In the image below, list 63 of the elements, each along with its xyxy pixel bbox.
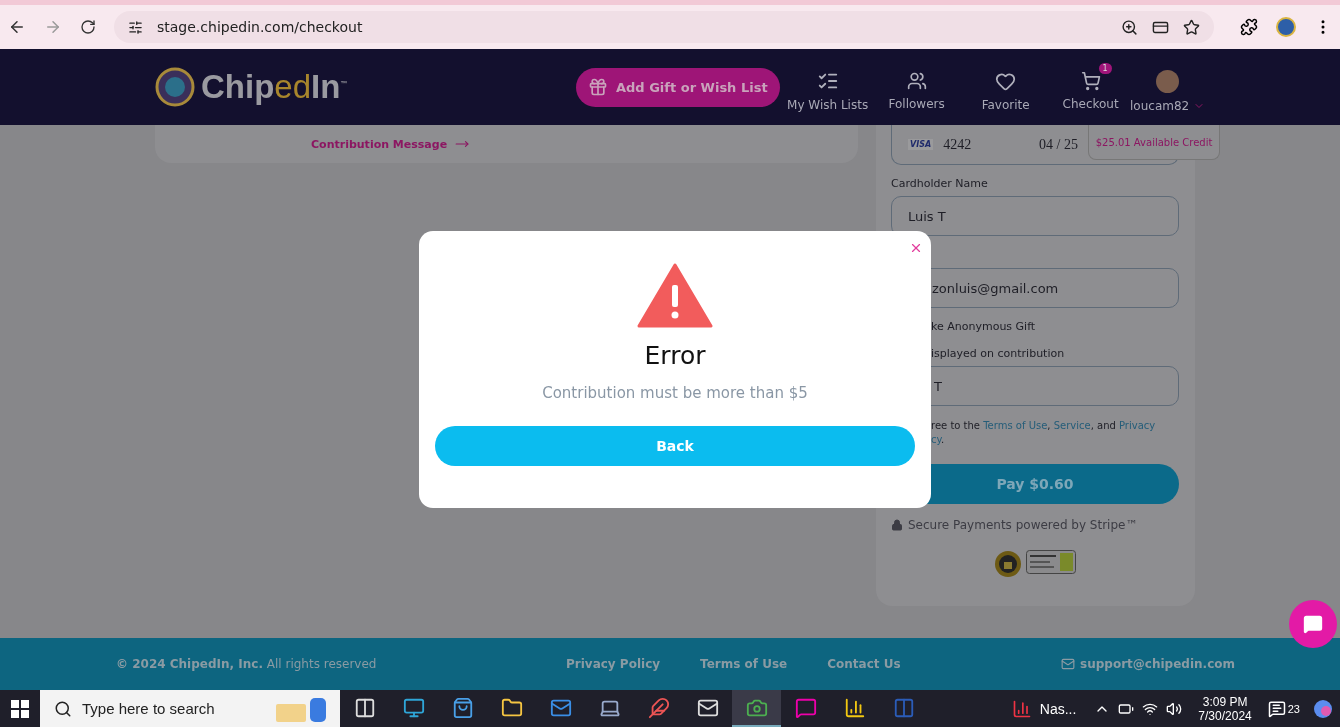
add-gift-button[interactable]: Add Gift or Wish List [576, 67, 780, 107]
logo-icon [155, 67, 195, 107]
taskview-icon [353, 696, 376, 719]
terms-text: , and [1090, 420, 1117, 431]
folder-icon [500, 696, 523, 719]
clock[interactable]: 3:09 PM 7/30/2024 [1188, 694, 1262, 723]
copilot-icon[interactable] [1312, 697, 1334, 720]
taskbar-app[interactable]: Nas... [1011, 690, 1095, 727]
search-icon [54, 699, 72, 718]
gift-icon [588, 77, 608, 97]
notification-button[interactable]: 23 [1261, 698, 1306, 719]
visa-icon: VISA [908, 139, 934, 150]
bookmark-star-icon[interactable] [1183, 18, 1200, 36]
error-message: Contribution must be more than $5 [542, 384, 808, 402]
chat-icon [1303, 614, 1323, 634]
address-bar[interactable]: stage.chipedin.com/checkout [114, 11, 1214, 43]
warning-icon [637, 263, 713, 329]
taskbar-search-field[interactable]: Type here to search [40, 690, 340, 727]
reload-button[interactable] [80, 19, 96, 35]
people-icon [906, 71, 927, 91]
store-icon [451, 696, 474, 719]
username: loucam82 [1130, 98, 1190, 113]
zoom-icon[interactable] [1121, 18, 1138, 36]
cart-badge: 1 [1098, 63, 1112, 74]
secure-note: Secure Payments powered by Stripe™ [908, 518, 1138, 532]
lock-icon [891, 519, 903, 531]
available-credit-tooltip: $25.01 Available Credit [1088, 125, 1220, 160]
nav-item[interactable]: 1 Checkout [1053, 63, 1128, 111]
nav-item[interactable]: My Wish Lists [779, 62, 876, 112]
terms-text: ree to the [931, 420, 981, 431]
terms-text: . [941, 434, 945, 445]
nav-item[interactable]: Followers [875, 63, 958, 111]
card-number: 4242 [943, 136, 972, 153]
field-label: Cardholder Name [891, 177, 989, 190]
nav-item[interactable]: Favorite [957, 62, 1054, 112]
copyright: © 2024 ChipedIn, Inc. All rights reserved [116, 657, 378, 671]
user-menu[interactable]: loucam82 [1127, 61, 1208, 113]
chat-icon [794, 696, 817, 719]
checkbox-label: ke Anonymous Gift [930, 320, 1037, 333]
site-settings-icon[interactable] [128, 19, 143, 35]
security-seal-icon [994, 550, 1022, 578]
notification-icon [1267, 699, 1286, 718]
mail-icon [1061, 657, 1076, 671]
contribution-message-link[interactable]: Contribution Message [311, 137, 470, 151]
close-icon [909, 241, 923, 255]
profile-avatar[interactable] [1276, 17, 1296, 37]
chart-icon [843, 696, 866, 719]
close-button[interactable] [909, 241, 923, 255]
chat-button[interactable] [1289, 600, 1337, 648]
back-button[interactable] [8, 18, 26, 36]
logo-text: ChipedIn$^{™}$ [201, 68, 348, 106]
terms-text: , [1047, 420, 1052, 431]
field-label: isplayed on contribution [930, 347, 1066, 360]
extensions-icon[interactable] [1240, 18, 1258, 36]
avatar [1156, 69, 1180, 93]
windows-icon [11, 699, 29, 718]
cart-icon [1080, 71, 1101, 91]
card-expiry: 04 / 25 [1039, 136, 1078, 153]
dialog-title: Error [644, 341, 706, 370]
feather-icon [647, 696, 670, 719]
volume-icon[interactable] [1166, 700, 1183, 717]
chart-icon [1011, 698, 1032, 719]
ssl-badge-icon [1026, 550, 1076, 574]
